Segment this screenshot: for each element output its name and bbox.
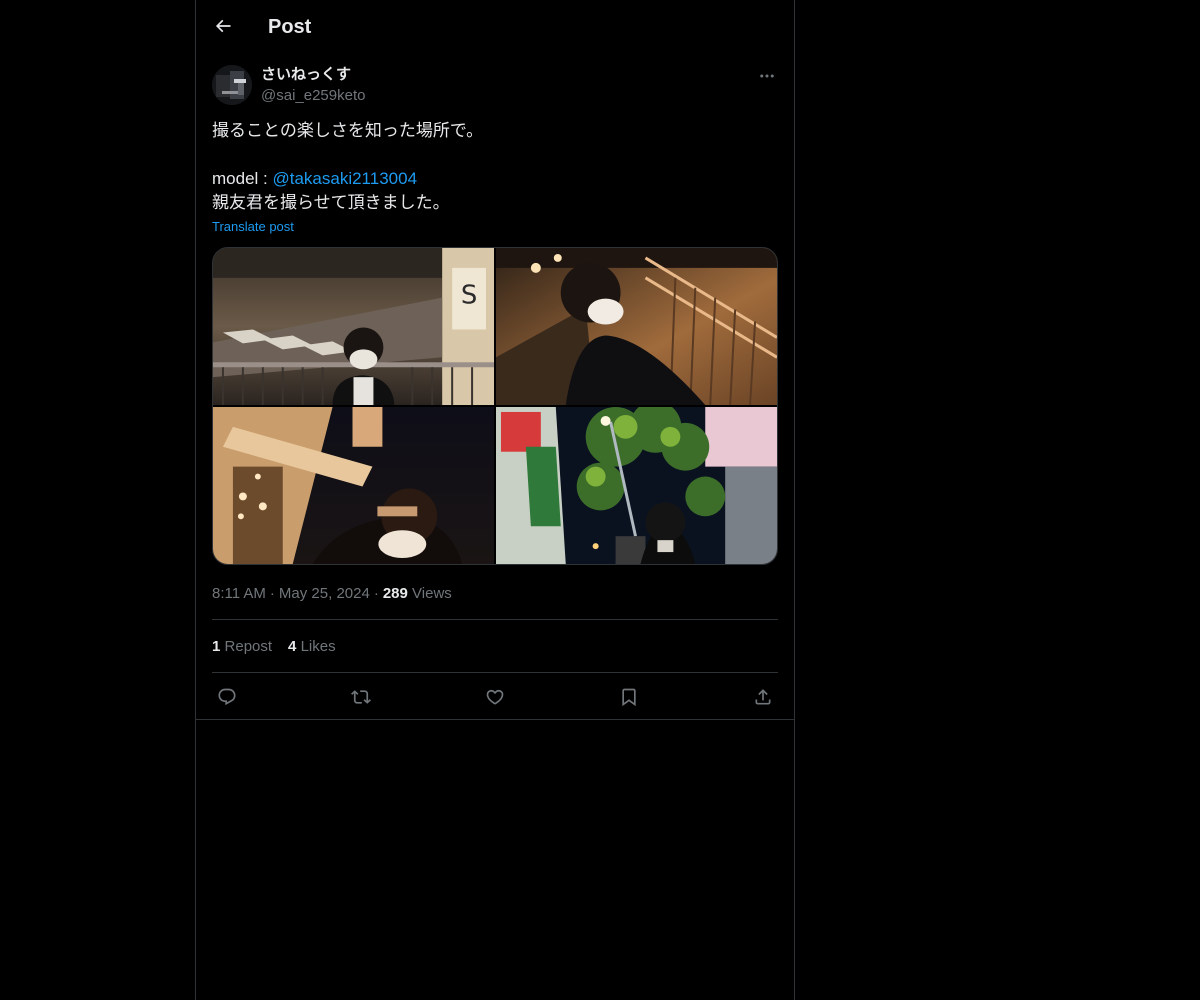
share-icon — [755, 689, 771, 705]
post-column: Post さいねっくす @sai_e259keto 撮ることの楽しさを知った場所… — [195, 0, 795, 1000]
more-horizontal-icon — [760, 74, 774, 78]
meta-separator-1: · — [269, 585, 275, 602]
media-grid: S — [212, 247, 778, 565]
like-button[interactable] — [480, 682, 510, 712]
arrow-left-icon — [215, 19, 231, 33]
action-bar — [212, 682, 778, 712]
reply-icon — [218, 688, 236, 706]
reposts-label: Repost — [224, 638, 273, 655]
post-text: 撮ることの楽しさを知った場所で。 model : @takasaki211300… — [212, 119, 778, 215]
author-display-name[interactable]: さいねっくす — [261, 66, 351, 84]
likes-stat[interactable]: 4 Likes — [288, 638, 336, 655]
more-options-button[interactable] — [756, 65, 778, 87]
reposts-stat[interactable]: 1 Repost — [212, 638, 272, 655]
views-count: 289 — [382, 585, 408, 602]
top-bar: Post — [196, 0, 794, 53]
engagement-stats: 1 Repost 4 Likes — [212, 637, 352, 657]
page-title: Post — [268, 16, 312, 38]
back-button[interactable] — [208, 11, 238, 41]
reply-button[interactable] — [212, 682, 242, 712]
share-button[interactable] — [748, 682, 778, 712]
post-meta: 8:11 AM · May 25, 2024 · 289 Views — [212, 584, 452, 604]
street-trees-photo[interactable] — [496, 407, 777, 564]
repost-button[interactable] — [346, 682, 376, 712]
railing-portrait-photo[interactable] — [496, 248, 777, 405]
author-handle[interactable]: @sai_e259keto — [261, 87, 365, 105]
reposts-count: 1 — [212, 638, 221, 655]
post-bottom-border — [196, 719, 794, 720]
meta-separator-2: · — [373, 585, 379, 602]
author-row: さいねっくす @sai_e259keto — [212, 65, 778, 107]
post-line-1: 撮ることの楽しさを知った場所で。 — [212, 121, 484, 140]
post-blank-line — [212, 143, 778, 167]
divider-top — [212, 619, 778, 620]
translate-post-link[interactable]: Translate post — [212, 219, 294, 234]
night-crosswalk-photo[interactable]: S — [213, 248, 494, 405]
divider-bottom — [212, 672, 778, 673]
low-angle-portrait-photo[interactable] — [213, 407, 494, 564]
bookmark-icon — [622, 688, 636, 707]
post-line-2: model : @takasaki2113004 — [212, 167, 778, 191]
mention-link[interactable]: @takasaki2113004 — [272, 169, 417, 188]
svg-text:S: S — [461, 281, 477, 311]
avatar[interactable] — [212, 65, 252, 105]
heart-icon — [486, 689, 504, 705]
post-line-3: 親友君を撮らせて頂きました。 — [212, 193, 450, 212]
bookmark-button[interactable] — [614, 682, 644, 712]
repost-icon — [351, 690, 371, 704]
likes-label: Likes — [300, 638, 336, 655]
model-prefix: model : — [212, 169, 273, 188]
post-time[interactable]: 8:11 AM — [212, 585, 266, 602]
likes-count: 4 — [288, 638, 297, 655]
views-label: Views — [412, 585, 452, 602]
post-date[interactable]: May 25, 2024 — [279, 585, 370, 602]
